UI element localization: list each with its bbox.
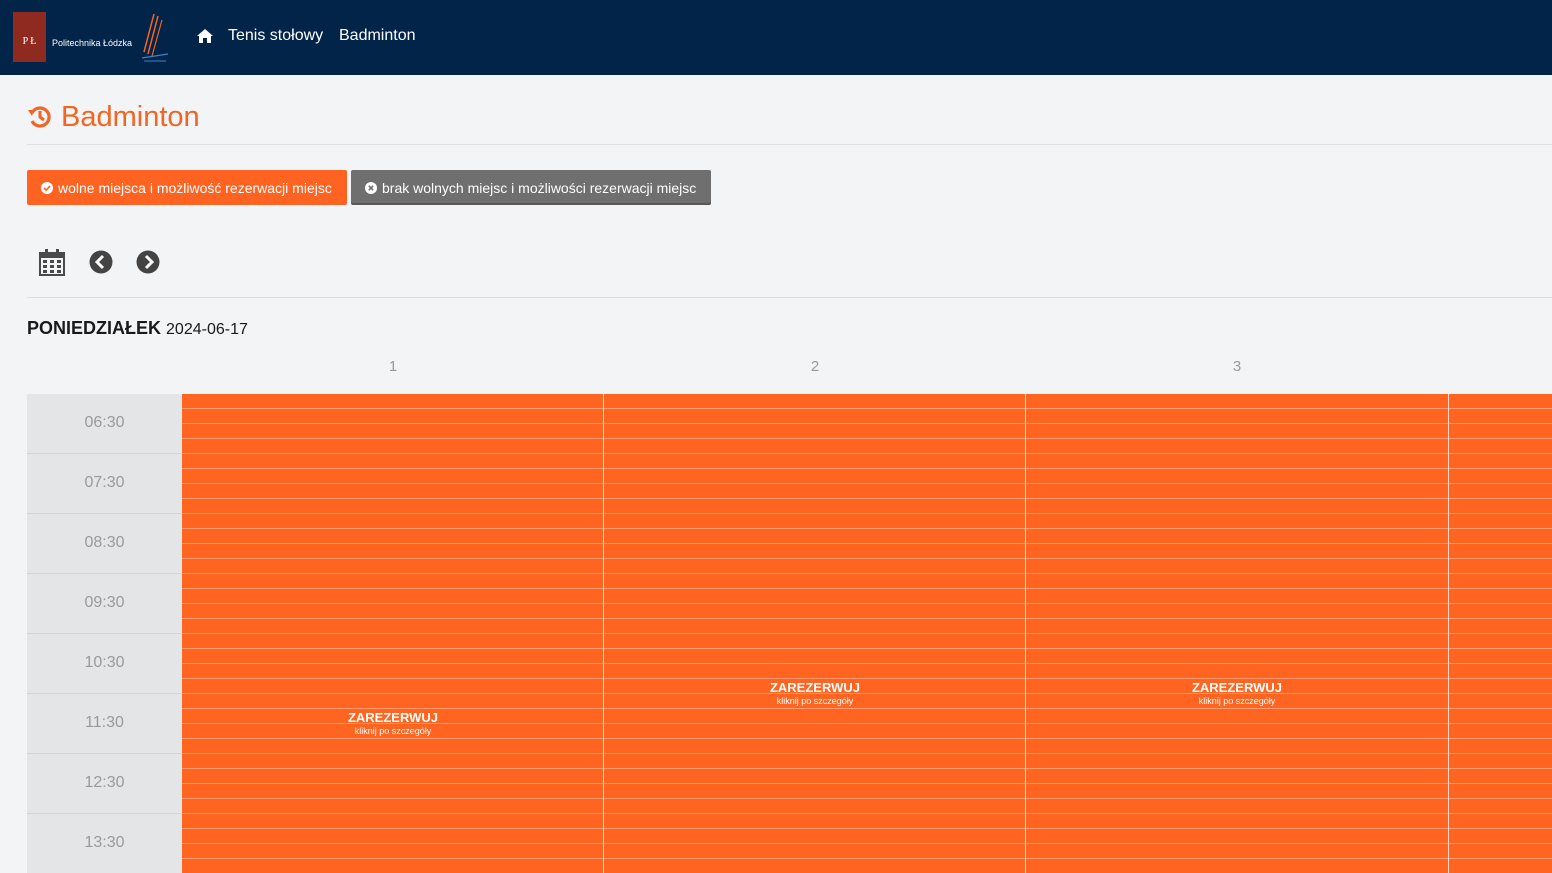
nav-link-badminton[interactable]: Badminton [339, 27, 416, 45]
time-divider [27, 813, 182, 814]
time-divider [27, 693, 182, 694]
court-header: 1 [388, 358, 398, 375]
time-divider [27, 753, 182, 754]
time-label: 11:30 [85, 714, 124, 731]
reserve-label: ZAREZERWUJ kliknij po szczegóły [182, 710, 604, 736]
court-header: 3 [1232, 358, 1242, 375]
time-label: 08:30 [84, 534, 125, 551]
reserve-hint: kliknij po szczegóły [1198, 696, 1276, 706]
court-2-slot[interactable]: ZAREZERWUJ kliknij po szczegóły [603, 394, 1026, 873]
page-title: Badminton [27, 99, 200, 135]
time-divider [27, 573, 182, 574]
reserve-title: ZAREZERWUJ [347, 710, 439, 725]
reserve-hint: kliknij po szczegóły [776, 696, 854, 706]
time-divider [27, 513, 182, 514]
divider [27, 144, 1552, 145]
time-label: 12:30 [84, 774, 125, 791]
legend-busy-button[interactable]: brak wolnych miejsc i możliwości rezerwa… [351, 170, 711, 205]
home-icon[interactable] [196, 27, 214, 45]
reserve-label: ZAREZERWUJ kliknij po szczegóły [604, 680, 1026, 706]
court-4-slot[interactable] [1448, 394, 1552, 873]
time-label: 13:30 [84, 834, 125, 851]
times-circle-icon [365, 181, 377, 194]
history-icon [28, 106, 51, 128]
day-heading: PONIEDZIAŁEK 2024-06-17 [27, 318, 248, 339]
time-divider [27, 453, 182, 454]
university-name: Politechnika Łódzka [52, 38, 133, 48]
top-navbar: P Ł Politechnika Łódzka Tenis stołowy Ba… [0, 0, 1552, 75]
university-logo[interactable]: P Ł [13, 12, 46, 62]
time-label: 09:30 [84, 594, 125, 611]
court-1-slot[interactable]: ZAREZERWUJ kliknij po szczegóły [182, 394, 604, 873]
legend-free-label: wolne miejsca i możliwość rezerwacji mie… [58, 179, 332, 196]
chevron-left-circle-icon[interactable] [89, 249, 113, 275]
court-3-slot[interactable]: ZAREZERWUJ kliknij po szczegóły [1025, 394, 1448, 873]
time-divider [27, 633, 182, 634]
page-title-text: Badminton [61, 100, 200, 133]
chevron-right-circle-icon[interactable] [136, 249, 160, 275]
svg-text:P Ł: P Ł [23, 36, 37, 47]
time-label: 10:30 [84, 654, 125, 671]
court-header: 2 [810, 358, 820, 375]
legend-busy-label: brak wolnych miejsc i możliwości rezerwa… [382, 179, 697, 196]
legend-free-button[interactable]: wolne miejsca i możliwość rezerwacji mie… [27, 170, 347, 205]
check-circle-icon [41, 181, 53, 194]
divider [27, 297, 1552, 298]
calendar-icon[interactable] [39, 249, 65, 276]
time-label: 07:30 [84, 474, 125, 491]
day-date: 2024-06-17 [166, 321, 248, 338]
nav-link-tenis-stolowy[interactable]: Tenis stołowy [228, 27, 323, 45]
time-column: 06:30 07:30 08:30 09:30 10:30 11:30 12:3… [27, 394, 182, 873]
reserve-label: ZAREZERWUJ kliknij po szczegóły [1026, 680, 1448, 706]
day-name: PONIEDZIAŁEK [27, 318, 162, 338]
reserve-title: ZAREZERWUJ [1191, 680, 1283, 695]
reserve-hint: kliknij po szczegóły [354, 726, 432, 736]
sport-logo-icon [141, 13, 169, 62]
reserve-title: ZAREZERWUJ [769, 680, 861, 695]
time-label: 06:30 [84, 414, 125, 431]
